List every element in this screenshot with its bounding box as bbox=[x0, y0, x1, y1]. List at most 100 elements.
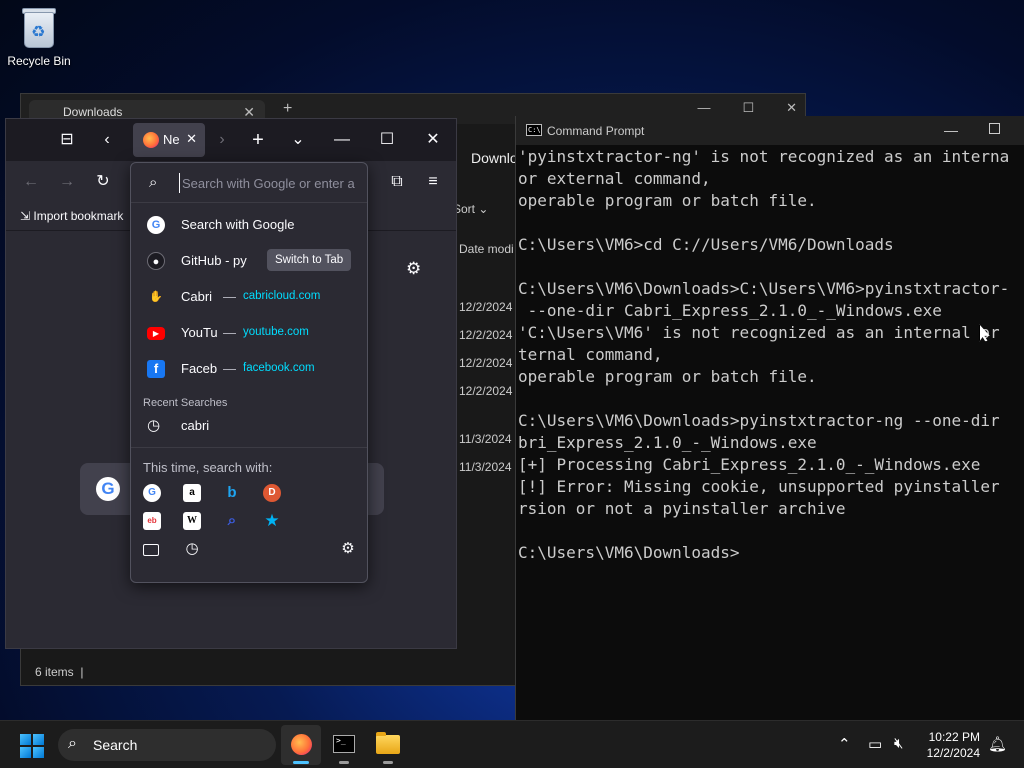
firefox-tab-label: Ne bbox=[163, 132, 180, 147]
windows-logo-pane bbox=[33, 734, 44, 745]
date-cell: 12/2/2024 bbox=[459, 384, 513, 398]
cmd-output-line bbox=[518, 520, 1024, 542]
running-indicator bbox=[383, 761, 393, 764]
volume-muted-icon[interactable]: 🔇︎ bbox=[894, 735, 903, 752]
amazon-engine-icon[interactable]: a bbox=[183, 484, 201, 502]
cmd-output-line: C:\Users\VM6>cd C://Users/VM6/Downloads bbox=[518, 235, 894, 254]
menu-hamburger-icon[interactable]: ≡ bbox=[418, 167, 448, 197]
command-prompt-window[interactable]: C:\ Command Prompt — 'pyinstxtractor-ng'… bbox=[515, 116, 1024, 720]
new-tab-icon[interactable]: + bbox=[243, 125, 273, 155]
result-dash: — bbox=[223, 289, 236, 304]
extensions-icon[interactable]: ⧉ bbox=[382, 167, 412, 197]
taskbar-clock[interactable]: 10:22 PM 12/2/2024 bbox=[927, 729, 980, 761]
explorer-address-fragment[interactable]: Downlo bbox=[471, 150, 518, 166]
import-bookmarks-button[interactable]: ⇲ Import bookmark bbox=[20, 209, 123, 223]
start-button[interactable] bbox=[20, 734, 44, 758]
urlbar-result-youtube[interactable]: ▶ YouTu — youtube.com bbox=[131, 315, 367, 351]
result-url: youtube.com bbox=[243, 326, 309, 338]
tabs-icon[interactable] bbox=[143, 544, 159, 556]
duckduckgo-engine-icon[interactable]: D bbox=[263, 484, 281, 502]
bookmarks-star-icon[interactable]: ★ bbox=[263, 512, 281, 530]
sort-button[interactable]: Sort ⌄ bbox=[453, 202, 488, 216]
cmd-titlebar[interactable]: C:\ Command Prompt — bbox=[516, 116, 1024, 145]
windows-logo-pane bbox=[20, 734, 31, 745]
search-engine-icon[interactable]: ⌕ bbox=[223, 512, 241, 530]
minimize-icon[interactable]: — bbox=[944, 122, 958, 138]
gear-icon[interactable]: ⚙ bbox=[406, 259, 421, 279]
scroll-left-icon[interactable]: ‹ bbox=[92, 125, 122, 155]
status-items-count: 6 items | bbox=[35, 665, 84, 679]
import-bookmarks-label: Import bookmark bbox=[33, 209, 124, 223]
google-engine-icon[interactable]: G bbox=[143, 484, 161, 502]
cmd-output-line: C:\Users\VM6\Downloads> bbox=[518, 543, 740, 562]
taskbar-file-explorer-button[interactable] bbox=[368, 725, 408, 765]
search-icon: ⌕ bbox=[149, 174, 158, 191]
result-title: Faceb bbox=[181, 361, 218, 376]
result-title: YouTu bbox=[181, 325, 218, 340]
date-cell: 12/2/2024 bbox=[459, 328, 513, 342]
date-cell: 11/3/2024 bbox=[459, 460, 512, 474]
cmd-output-line: 'pyinstxtractor-ng' is not recognized as… bbox=[518, 147, 1010, 166]
google-logo-icon: G bbox=[96, 477, 120, 501]
switch-to-tab-button[interactable]: Switch to Tab bbox=[267, 249, 352, 271]
result-dash: — bbox=[223, 325, 236, 340]
terminal-icon: >_ bbox=[333, 735, 355, 753]
cmd-console-output[interactable]: 'pyinstxtractor-ng' is not recognized as… bbox=[518, 146, 1024, 564]
reload-icon[interactable]: ↻ bbox=[88, 167, 118, 197]
urlbar-input[interactable] bbox=[179, 173, 363, 193]
show-hidden-icons-chevron-icon[interactable]: ⌃ bbox=[838, 735, 851, 753]
taskbar-search-box[interactable]: ⌕ Search bbox=[58, 729, 276, 761]
clock-date: 12/2/2024 bbox=[926, 746, 980, 760]
cmd-icon: C:\ bbox=[526, 124, 542, 136]
result-title: Cabri bbox=[181, 289, 213, 304]
maximize-icon[interactable] bbox=[989, 123, 1000, 134]
date-cell: 12/2/2024 bbox=[459, 300, 513, 314]
cmd-output-line: or external command, bbox=[518, 169, 711, 188]
taskbar: ⌕ Search >_ ⌃ ▭ 🔇︎ 10:22 PM 12/2/2024 🔔︎ bbox=[0, 720, 1024, 768]
urlbar-dropdown[interactable]: ⌕ G Search with Google ● GitHub - py Swi… bbox=[130, 162, 368, 583]
taskbar-cmd-button[interactable]: >_ bbox=[324, 725, 364, 765]
scroll-right-icon[interactable]: › bbox=[207, 125, 237, 155]
windows-logo-pane bbox=[20, 747, 31, 758]
tab-groups-icon[interactable]: ⊟ bbox=[52, 125, 82, 155]
cmd-output-line bbox=[518, 388, 1024, 410]
search-settings-gear-icon[interactable]: ⚙ bbox=[339, 540, 357, 558]
taskbar-search-label: Search bbox=[93, 737, 138, 753]
firefox-logo-icon bbox=[143, 132, 159, 148]
close-tab-icon[interactable]: ✕ bbox=[186, 131, 197, 147]
urlbar-result-facebook[interactable]: f Faceb — facebook.com bbox=[131, 351, 367, 387]
notifications-bell-icon[interactable]: 🔔︎ bbox=[988, 735, 1007, 753]
network-icon[interactable]: ▭ bbox=[868, 735, 882, 753]
date-modified-column-header[interactable]: Date modi bbox=[459, 242, 514, 256]
result-title: Search with Google bbox=[181, 217, 295, 232]
search-engine-shortcuts: G a b D eb W ⌕ ★ ◷ ⚙ bbox=[131, 482, 367, 566]
urlbar-result-cabri[interactable]: ✋ Cabri — cabricloud.com bbox=[131, 279, 367, 315]
wikipedia-engine-icon[interactable]: W bbox=[183, 512, 201, 530]
history-clock-icon[interactable]: ◷ bbox=[183, 540, 201, 558]
bing-engine-icon[interactable]: b bbox=[223, 484, 241, 502]
close-window-icon[interactable]: ✕ bbox=[786, 100, 797, 116]
cmd-output-line: bri_Express_2.1.0_-_Windows.exe bbox=[518, 433, 817, 452]
urlbar-result-github[interactable]: ● GitHub - py Switch to Tab bbox=[131, 243, 367, 279]
minimize-icon[interactable]: — bbox=[697, 100, 710, 116]
ebay-engine-icon[interactable]: eb bbox=[143, 512, 161, 530]
chevron-down-icon: ⌄ bbox=[478, 202, 489, 216]
active-indicator bbox=[293, 761, 309, 764]
urlbar-result-google-search[interactable]: G Search with Google bbox=[131, 207, 367, 243]
maximize-icon[interactable]: ☐ bbox=[372, 125, 402, 155]
firefox-tabbar[interactable]: ⊟ ‹ Ne ✕ › + ⌄ — ☐ ✕ bbox=[6, 119, 456, 161]
minimize-icon[interactable]: — bbox=[327, 125, 357, 155]
firefox-tab-new[interactable]: Ne ✕ bbox=[133, 123, 205, 157]
recycle-bin-desktop-icon[interactable]: ♻ Recycle Bin bbox=[6, 6, 72, 68]
cmd-output-line: C:\Users\VM6\Downloads>C:\Users\VM6>pyin… bbox=[518, 279, 1010, 298]
close-window-icon[interactable]: ✕ bbox=[418, 125, 448, 155]
recent-search-item[interactable]: ◷ cabri bbox=[131, 411, 367, 441]
list-tabs-chevron-icon[interactable]: ⌄ bbox=[283, 125, 313, 155]
urlbar-input-row[interactable]: ⌕ bbox=[131, 163, 367, 203]
maximize-icon[interactable]: ☐ bbox=[742, 100, 754, 116]
add-tab-icon[interactable]: + bbox=[283, 100, 292, 118]
forward-arrow-icon[interactable]: → bbox=[52, 167, 82, 197]
back-arrow-icon[interactable]: ← bbox=[16, 167, 46, 197]
cmd-output-line: operable program or batch file. bbox=[518, 191, 817, 210]
taskbar-firefox-button[interactable] bbox=[281, 725, 321, 765]
